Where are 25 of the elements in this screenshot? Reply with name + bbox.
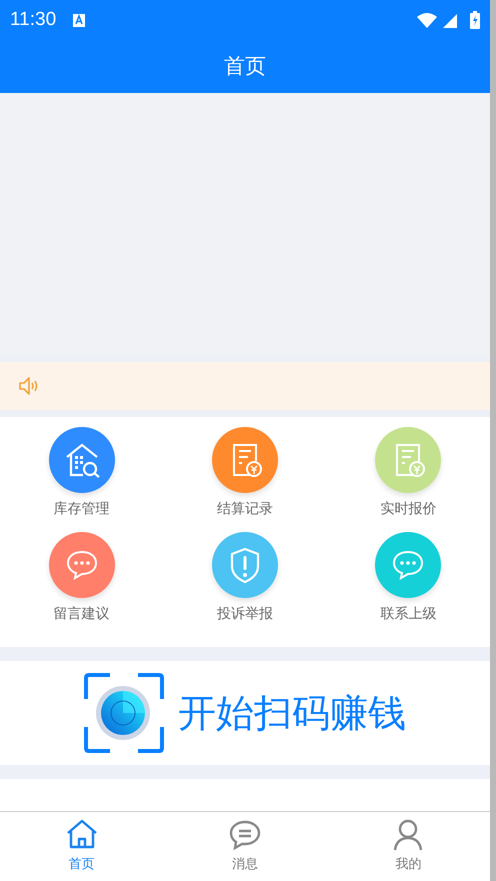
scan-banner-text: 开始扫码赚钱: [178, 690, 406, 736]
tab-bar-item[interactable]: 消息: [163, 812, 327, 881]
battery-icon: [470, 11, 480, 29]
grid-menu-item[interactable]: 结算记录: [163, 427, 327, 520]
grid-menu-item[interactable]: 投诉举报: [163, 532, 327, 625]
chat-bubble-icon: [393, 551, 424, 579]
wifi-icon: [416, 12, 438, 28]
grid-menu-item[interactable]: 留言建议: [0, 532, 164, 625]
signal-icon: [442, 12, 458, 28]
status-time: 11:30: [10, 8, 56, 32]
speaker-icon: [18, 375, 40, 397]
shield-alert-icon: [230, 548, 260, 584]
scan-radar-icon: [84, 673, 164, 753]
tab-bar-item[interactable]: 我的: [326, 812, 490, 881]
grid-menu-item[interactable]: 实时报价: [326, 427, 490, 520]
invoice-icon: [232, 444, 262, 477]
invoice-icon: [396, 444, 426, 477]
tab-bar-item[interactable]: 首页: [0, 812, 164, 881]
grid-menu-item[interactable]: 库存管理: [0, 427, 164, 520]
message-icon: [228, 818, 262, 852]
chat-bubble-icon: [66, 551, 97, 579]
grid-menu-item[interactable]: 联系上级: [326, 532, 490, 625]
page-title: 首页: [224, 52, 266, 80]
warehouse-search-icon: [66, 444, 100, 478]
notification-icon: [72, 12, 86, 28]
